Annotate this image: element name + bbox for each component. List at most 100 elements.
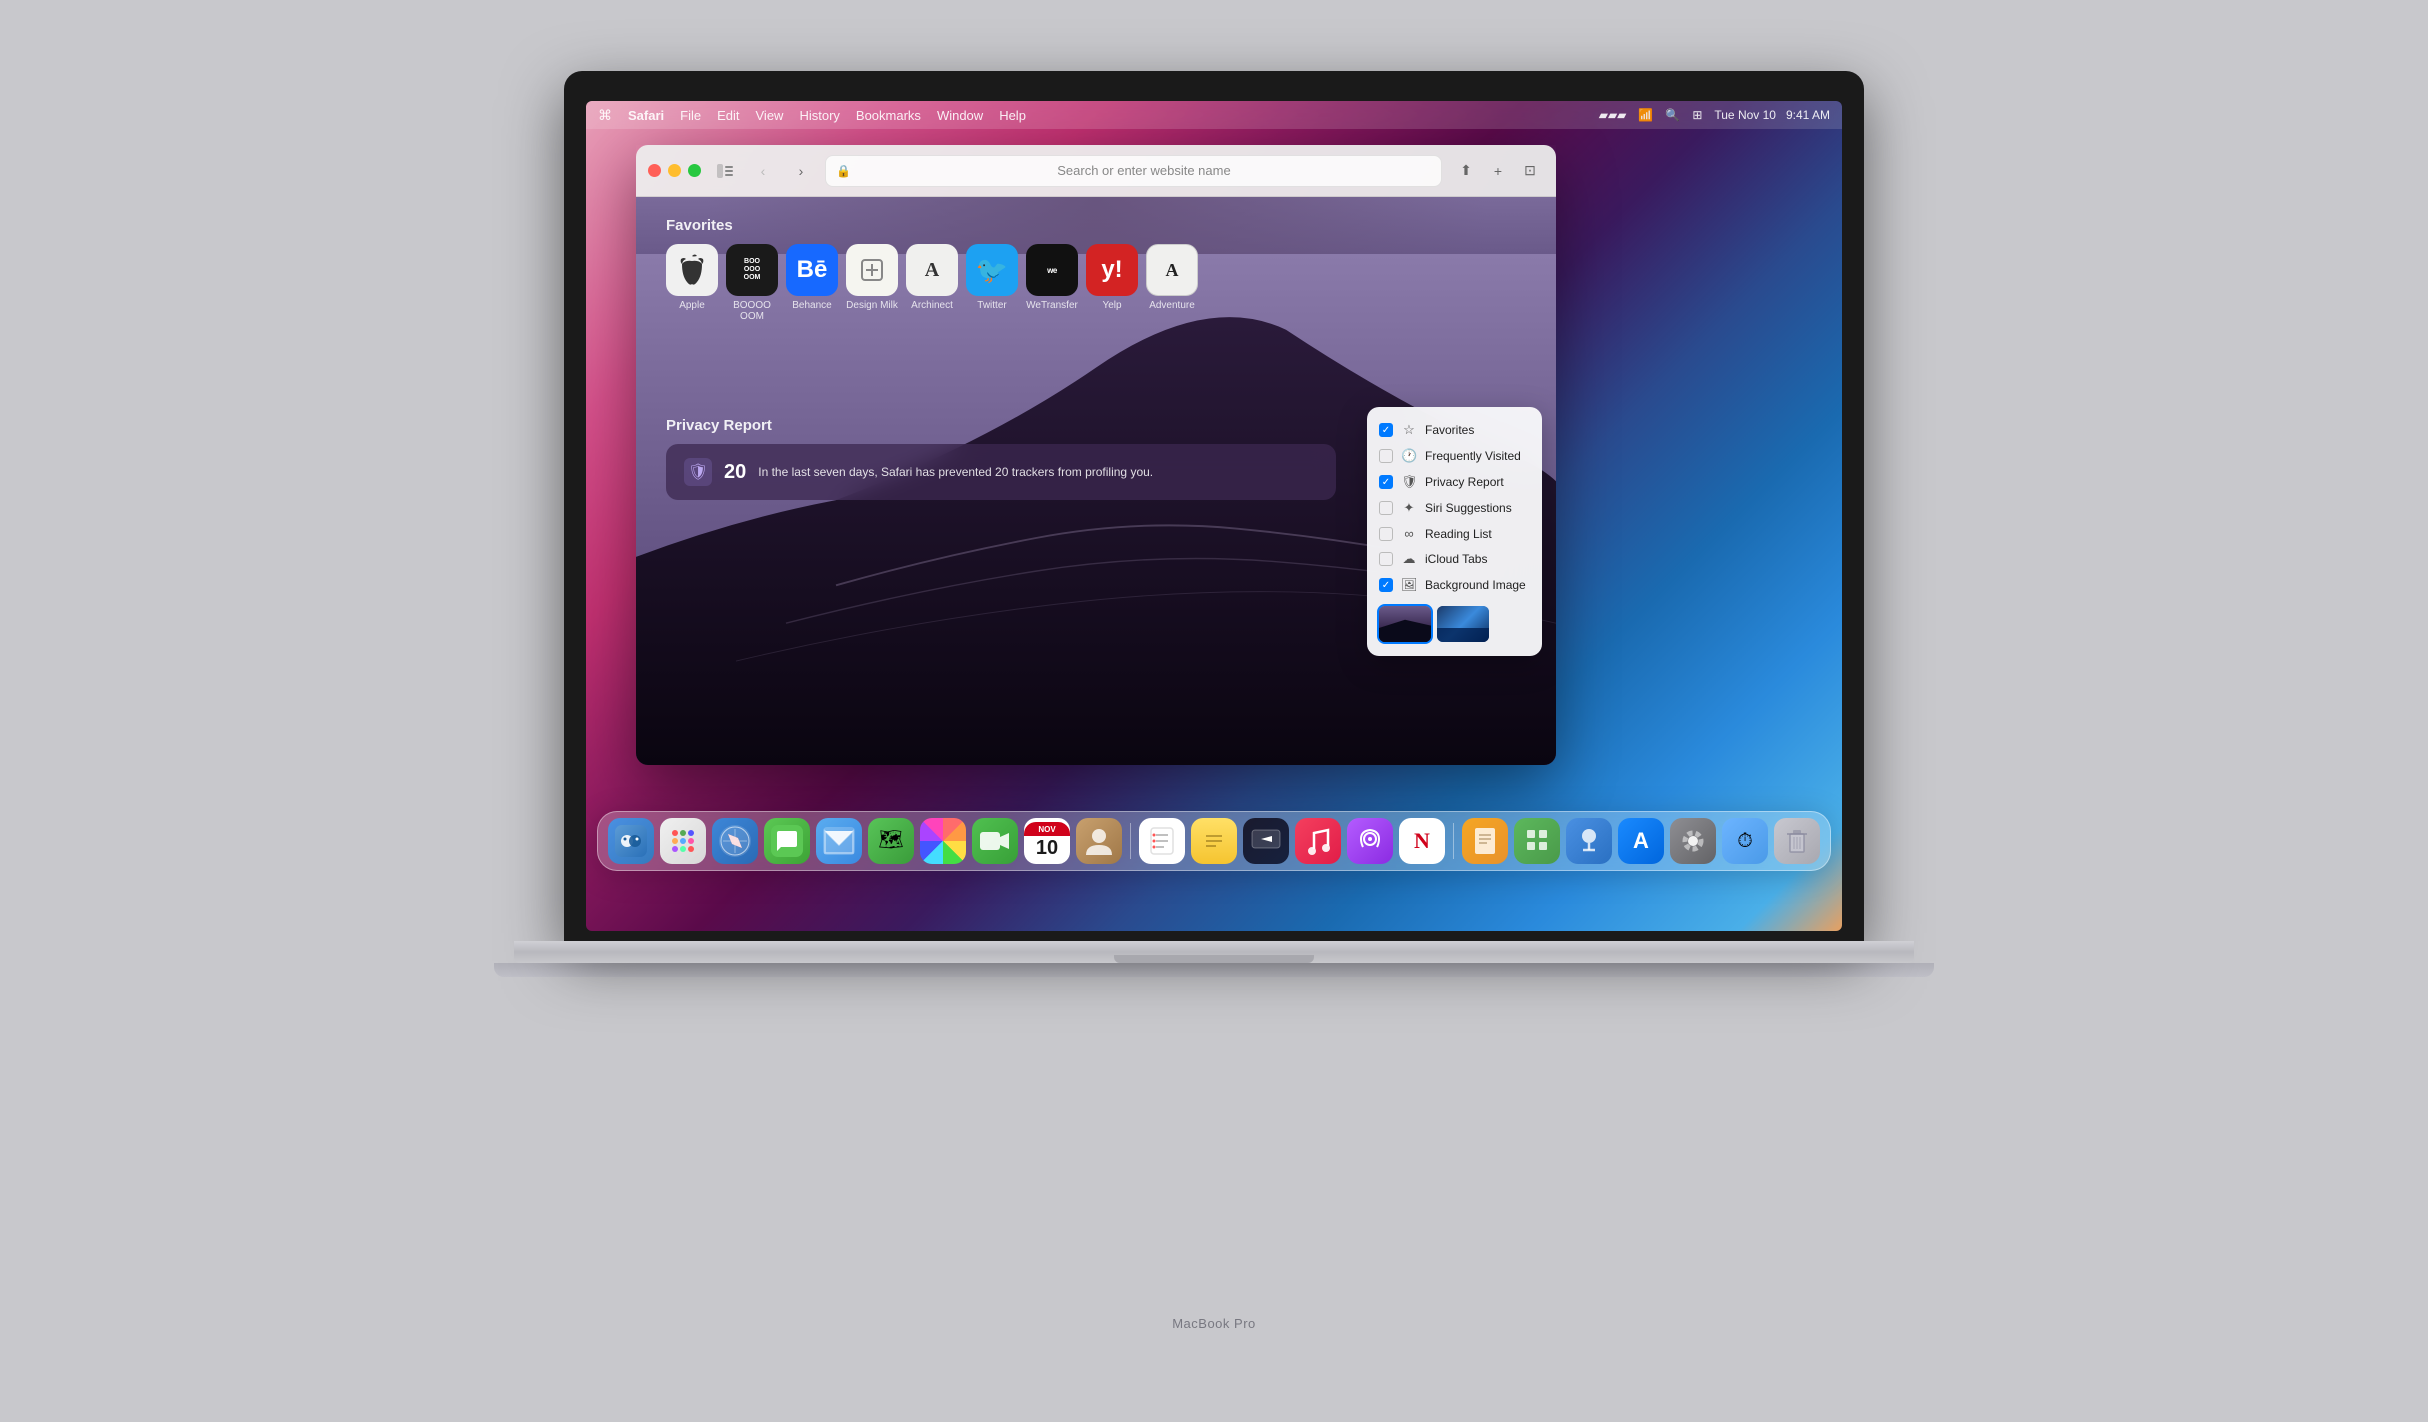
dock-launchpad[interactable] — [660, 818, 706, 864]
favorites-checkbox[interactable]: ✓ — [1379, 423, 1393, 437]
fav-adventure[interactable]: A Adventure — [1146, 244, 1198, 322]
fav-apple-label: Apple — [679, 300, 705, 311]
privacy-report-checkbox[interactable]: ✓ — [1379, 475, 1393, 489]
menubar-controlcenter[interactable]: ⊞ — [1692, 108, 1702, 122]
dock-music[interactable] — [1295, 818, 1341, 864]
fav-twitter-icon: 🐦 — [966, 244, 1018, 296]
bg-thumb-mountain[interactable] — [1379, 606, 1431, 642]
sidebar-toggle-button[interactable] — [711, 157, 739, 185]
dock-calendar[interactable]: NOV 10 — [1024, 818, 1070, 864]
favorites-label: Favorites — [1425, 423, 1474, 437]
customize-reading-list[interactable]: ∞ Reading List — [1367, 521, 1542, 546]
new-tab-button[interactable]: + — [1484, 157, 1512, 185]
fav-yelp[interactable]: y! Yelp — [1086, 244, 1138, 322]
menubar-search[interactable]: 🔍 — [1665, 108, 1680, 122]
safari-background: Favorites — [636, 197, 1556, 765]
reading-list-icon: ∞ — [1401, 526, 1417, 541]
customize-favorites[interactable]: ✓ ☆ Favorites — [1367, 417, 1542, 443]
dock-reminders[interactable] — [1139, 818, 1185, 864]
privacy-report-section: Privacy Report 🛡 20 In the last seven da… — [666, 417, 1336, 500]
dock-pages[interactable] — [1462, 818, 1508, 864]
fav-twitter-label: Twitter — [977, 300, 1006, 311]
reading-list-checkbox[interactable] — [1379, 527, 1393, 541]
siri-suggestions-checkbox[interactable] — [1379, 501, 1393, 515]
dock-keynote[interactable] — [1566, 818, 1612, 864]
dock-maps[interactable]: 🗺 — [868, 818, 914, 864]
dock-facetime[interactable] — [972, 818, 1018, 864]
safari-content: Favorites — [636, 197, 1556, 765]
fav-behance[interactable]: Bē Behance — [786, 244, 838, 322]
dock-finder[interactable] — [608, 818, 654, 864]
fav-boooom[interactable]: BOOOOOOOM BOOOOOOM — [726, 244, 778, 322]
fav-twitter[interactable]: 🐦 Twitter — [966, 244, 1018, 322]
dock-mail[interactable] — [816, 818, 862, 864]
fav-apple[interactable]: Apple — [666, 244, 718, 322]
frequently-visited-icon: 🕐 — [1401, 448, 1417, 464]
fav-boooom-label: BOOOOOOM — [733, 300, 771, 322]
customize-panel: ✓ ☆ Favorites 🕐 Frequently Visited — [1367, 407, 1542, 656]
dock-news[interactable]: N — [1399, 818, 1445, 864]
fav-yelp-label: Yelp — [1102, 300, 1121, 311]
dock-contacts[interactable] — [1076, 818, 1122, 864]
customize-icloud-tabs[interactable]: ☁ iCloud Tabs — [1367, 546, 1542, 572]
fav-adventure-icon: A — [1146, 244, 1198, 296]
dock-numbers[interactable] — [1514, 818, 1560, 864]
background-image-checkbox[interactable]: ✓ — [1379, 578, 1393, 592]
fullscreen-button[interactable] — [688, 164, 701, 177]
dock-tv[interactable] — [1243, 818, 1289, 864]
privacy-tracker-count: 20 — [724, 461, 746, 484]
close-button[interactable] — [648, 164, 661, 177]
menubar-bookmarks[interactable]: Bookmarks — [856, 108, 921, 123]
menubar-safari[interactable]: Safari — [628, 108, 664, 123]
menubar-history[interactable]: History — [799, 108, 839, 123]
search-icon: 🔒 — [836, 164, 851, 178]
menubar-wifi[interactable]: 📶 — [1638, 108, 1653, 122]
menubar-view[interactable]: View — [756, 108, 784, 123]
dock-trash[interactable] — [1774, 818, 1820, 864]
minimize-button[interactable] — [668, 164, 681, 177]
icloud-tabs-icon: ☁ — [1401, 551, 1417, 567]
dock-screentime[interactable]: ⏱ — [1722, 818, 1768, 864]
customize-frequently-visited[interactable]: 🕐 Frequently Visited — [1367, 443, 1542, 469]
toolbar-right-buttons: ⬆ + ⊡ — [1452, 157, 1544, 185]
address-bar[interactable]: 🔒 Search or enter website name — [825, 155, 1442, 187]
dock-notes[interactable] — [1191, 818, 1237, 864]
dock-separator — [1130, 823, 1131, 859]
fav-wetransfer[interactable]: we WeTransfer — [1026, 244, 1078, 322]
icloud-tabs-checkbox[interactable] — [1379, 552, 1393, 566]
fav-archinect-label: Archinect — [911, 300, 953, 311]
menubar-help[interactable]: Help — [999, 108, 1026, 123]
menubar-right: ▰▰▰ 📶 🔍 ⊞ Tue Nov 10 9:41 AM — [1599, 108, 1830, 122]
favorites-star-icon: ☆ — [1401, 422, 1417, 438]
fav-archinect[interactable]: A Archinect — [906, 244, 958, 322]
bg-thumb-blue[interactable] — [1437, 606, 1489, 642]
dock-podcasts[interactable] — [1347, 818, 1393, 864]
customize-siri-suggestions[interactable]: ✦ Siri Suggestions — [1367, 495, 1542, 521]
menubar: ⌘ Safari File Edit View History Bookmark… — [586, 101, 1842, 129]
dock-safari[interactable] — [712, 818, 758, 864]
background-image-label: Background Image — [1425, 578, 1526, 592]
privacy-report-card[interactable]: 🛡 20 In the last seven days, Safari has … — [666, 444, 1336, 500]
menubar-edit[interactable]: Edit — [717, 108, 739, 123]
laptop-base — [514, 941, 1914, 963]
menubar-window[interactable]: Window — [937, 108, 983, 123]
dock-system-preferences[interactable] — [1670, 818, 1716, 864]
fav-design-milk-icon — [846, 244, 898, 296]
fav-wetransfer-label: WeTransfer — [1026, 300, 1078, 311]
siri-suggestions-icon: ✦ — [1401, 500, 1417, 516]
customize-privacy-report[interactable]: ✓ 🛡 Privacy Report — [1367, 469, 1542, 495]
laptop-base-bottom: MacBook Pro — [494, 963, 1934, 977]
forward-button[interactable]: › — [787, 157, 815, 185]
dock-photos[interactable] — [920, 818, 966, 864]
back-button[interactable]: ‹ — [749, 157, 777, 185]
dock-messages[interactable] — [764, 818, 810, 864]
menubar-left: ⌘ Safari File Edit View History Bookmark… — [598, 107, 1026, 124]
frequently-visited-checkbox[interactable] — [1379, 449, 1393, 463]
fav-design-milk[interactable]: Design Milk — [846, 244, 898, 322]
dock-appstore[interactable]: A — [1618, 818, 1664, 864]
tab-overview-button[interactable]: ⊡ — [1516, 157, 1544, 185]
share-button[interactable]: ⬆ — [1452, 157, 1480, 185]
apple-menu-icon[interactable]: ⌘ — [598, 107, 612, 124]
customize-background-image[interactable]: ✓ 🖼 Background Image — [1367, 572, 1542, 598]
menubar-file[interactable]: File — [680, 108, 701, 123]
